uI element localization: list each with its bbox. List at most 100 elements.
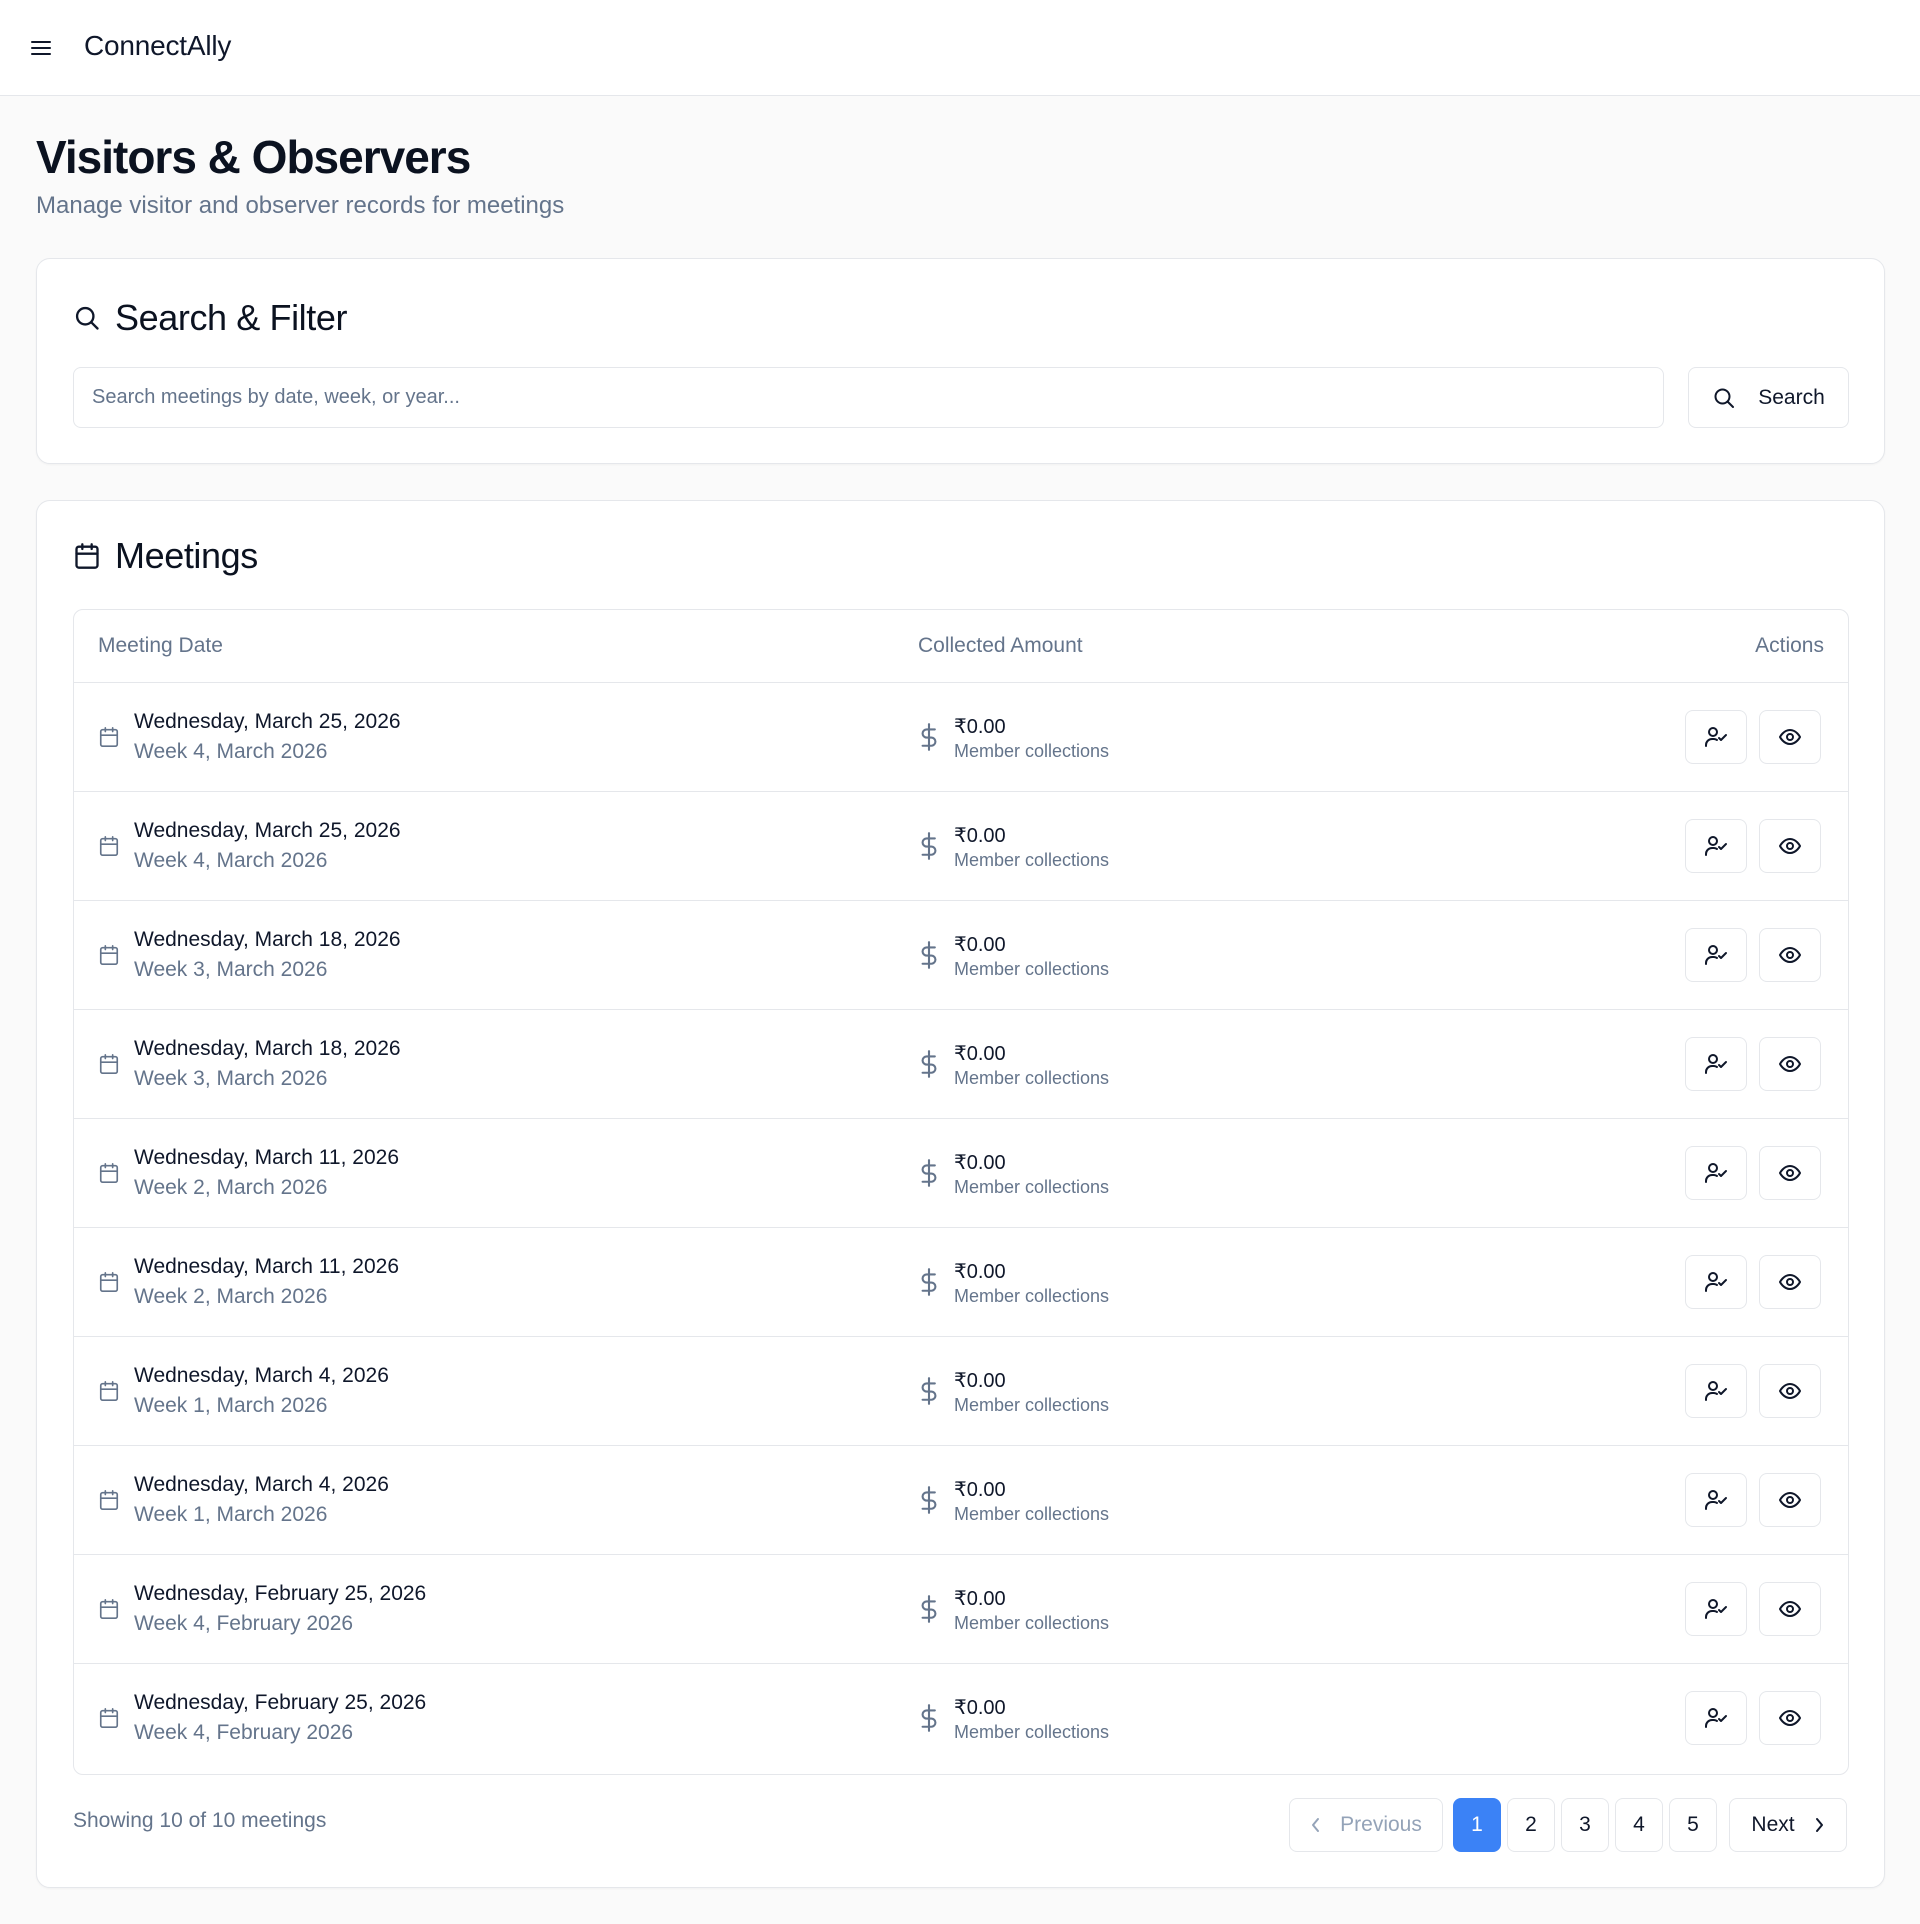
menu-button[interactable]: [26, 36, 56, 60]
user-check-icon: [1705, 1490, 1727, 1510]
page-subtitle: Manage visitor and observer records for …: [36, 192, 565, 219]
table-row: Wednesday, March 11, 2026 Week 2, March …: [74, 1228, 1848, 1337]
page-2-button[interactable]: 2: [1507, 1798, 1555, 1852]
manage-visitors-button[interactable]: [1685, 1582, 1747, 1636]
calendar-icon: [99, 1599, 119, 1619]
search-icon: [75, 306, 99, 330]
page-4-button[interactable]: 4: [1615, 1798, 1663, 1852]
view-meeting-button[interactable]: [1759, 710, 1821, 764]
dollar-icon: [921, 1377, 937, 1405]
collected-amount: ₹0.00: [954, 1588, 1006, 1610]
user-check-icon: [1705, 1708, 1727, 1728]
user-check-icon: [1705, 1599, 1727, 1619]
page-5-button[interactable]: 5: [1669, 1798, 1717, 1852]
view-meeting-button[interactable]: [1759, 928, 1821, 982]
calendar-icon: [99, 1381, 119, 1401]
meeting-date: Wednesday, March 11, 2026: [134, 1255, 399, 1278]
dollar-icon: [921, 1268, 937, 1296]
previous-label: Previous: [1340, 1813, 1422, 1836]
manage-visitors-button[interactable]: [1685, 1146, 1747, 1200]
eye-icon: [1779, 1165, 1801, 1181]
user-check-icon: [1705, 1381, 1727, 1401]
collected-amount-label: Member collections: [954, 1504, 1110, 1524]
view-meeting-button[interactable]: [1759, 1582, 1821, 1636]
view-meeting-button[interactable]: [1759, 1146, 1821, 1200]
calendar-icon: [99, 1490, 119, 1510]
eye-icon: [1779, 1274, 1801, 1290]
search-icon: [1714, 388, 1735, 408]
view-meeting-button[interactable]: [1759, 1364, 1821, 1418]
search-filter-title: Search & Filter: [115, 297, 348, 338]
column-header-actions: Actions: [1755, 634, 1824, 657]
manage-visitors-button[interactable]: [1685, 1364, 1747, 1418]
manage-visitors-button[interactable]: [1685, 1473, 1747, 1527]
meeting-date: Wednesday, March 11, 2026: [134, 1146, 399, 1169]
collected-amount-label: Member collections: [954, 1177, 1110, 1197]
page-title: Visitors & Observers: [36, 131, 471, 183]
meeting-date: Wednesday, February 25, 2026: [134, 1582, 427, 1605]
page-3-button[interactable]: 3: [1561, 1798, 1609, 1852]
calendar-icon: [99, 1272, 119, 1292]
calendar-icon: [99, 1163, 119, 1183]
meeting-week: Week 2, March 2026: [134, 1176, 328, 1199]
hamburger-menu-icon: [31, 41, 51, 55]
calendar-icon: [99, 1054, 119, 1074]
search-input[interactable]: [73, 367, 1664, 428]
eye-icon: [1779, 1383, 1801, 1399]
pagination: Previous 12345 Next: [37, 1798, 1886, 1852]
view-meeting-button[interactable]: [1759, 819, 1821, 873]
calendar-icon: [99, 836, 119, 856]
collected-amount-label: Member collections: [954, 850, 1110, 870]
manage-visitors-button[interactable]: [1685, 1691, 1747, 1745]
manage-visitors-button[interactable]: [1685, 1037, 1747, 1091]
manage-visitors-button[interactable]: [1685, 1255, 1747, 1309]
page-1-button[interactable]: 1: [1453, 1798, 1501, 1852]
manage-visitors-button[interactable]: [1685, 928, 1747, 982]
calendar-icon: [99, 1708, 119, 1728]
manage-visitors-button[interactable]: [1685, 710, 1747, 764]
meeting-date: Wednesday, March 4, 2026: [134, 1473, 389, 1496]
view-meeting-button[interactable]: [1759, 1691, 1821, 1745]
brand-name[interactable]: ConnectAlly: [84, 30, 231, 62]
user-check-icon: [1705, 1272, 1727, 1292]
user-check-icon: [1705, 836, 1727, 856]
table-row: Wednesday, March 18, 2026 Week 3, March …: [74, 901, 1848, 1010]
previous-page-button[interactable]: Previous: [1289, 1798, 1443, 1852]
eye-icon: [1779, 947, 1801, 963]
collected-amount: ₹0.00: [954, 716, 1006, 738]
meeting-week: Week 1, March 2026: [134, 1503, 328, 1526]
view-meeting-button[interactable]: [1759, 1473, 1821, 1527]
calendar-icon: [99, 945, 119, 965]
collected-amount-label: Member collections: [954, 1722, 1110, 1742]
view-meeting-button[interactable]: [1759, 1037, 1821, 1091]
meeting-week: Week 3, March 2026: [134, 1067, 328, 1090]
meeting-week: Week 2, March 2026: [134, 1285, 328, 1308]
collected-amount-label: Member collections: [954, 1395, 1110, 1415]
search-button[interactable]: Search: [1688, 367, 1849, 428]
view-meeting-button[interactable]: [1759, 1255, 1821, 1309]
next-page-button[interactable]: Next: [1729, 1798, 1847, 1852]
dollar-icon: [921, 1704, 937, 1732]
chevron-left-icon: [1312, 1818, 1320, 1832]
dollar-icon: [921, 1595, 937, 1623]
dollar-icon: [921, 1159, 937, 1187]
manage-visitors-button[interactable]: [1685, 819, 1747, 873]
collected-amount: ₹0.00: [954, 1697, 1006, 1719]
collected-amount: ₹0.00: [954, 934, 1006, 956]
collected-amount-label: Member collections: [954, 741, 1110, 761]
meetings-title: Meetings: [115, 535, 258, 576]
collected-amount: ₹0.00: [954, 1043, 1006, 1065]
meeting-date: Wednesday, February 25, 2026: [134, 1691, 427, 1714]
column-header-meeting-date[interactable]: Meeting Date: [98, 634, 223, 658]
calendar-icon: [75, 543, 99, 569]
dollar-icon: [921, 1486, 937, 1514]
next-label: Next: [1751, 1813, 1795, 1836]
meeting-date: Wednesday, March 18, 2026: [134, 1037, 401, 1060]
collected-amount: ₹0.00: [954, 1152, 1006, 1174]
column-header-collected-amount[interactable]: Collected Amount: [918, 634, 1083, 658]
chevron-right-icon: [1815, 1818, 1823, 1832]
user-check-icon: [1705, 1163, 1727, 1183]
eye-icon: [1779, 1056, 1801, 1072]
table-row: Wednesday, March 4, 2026 Week 1, March 2…: [74, 1446, 1848, 1555]
table-row: Wednesday, March 18, 2026 Week 3, March …: [74, 1010, 1848, 1119]
